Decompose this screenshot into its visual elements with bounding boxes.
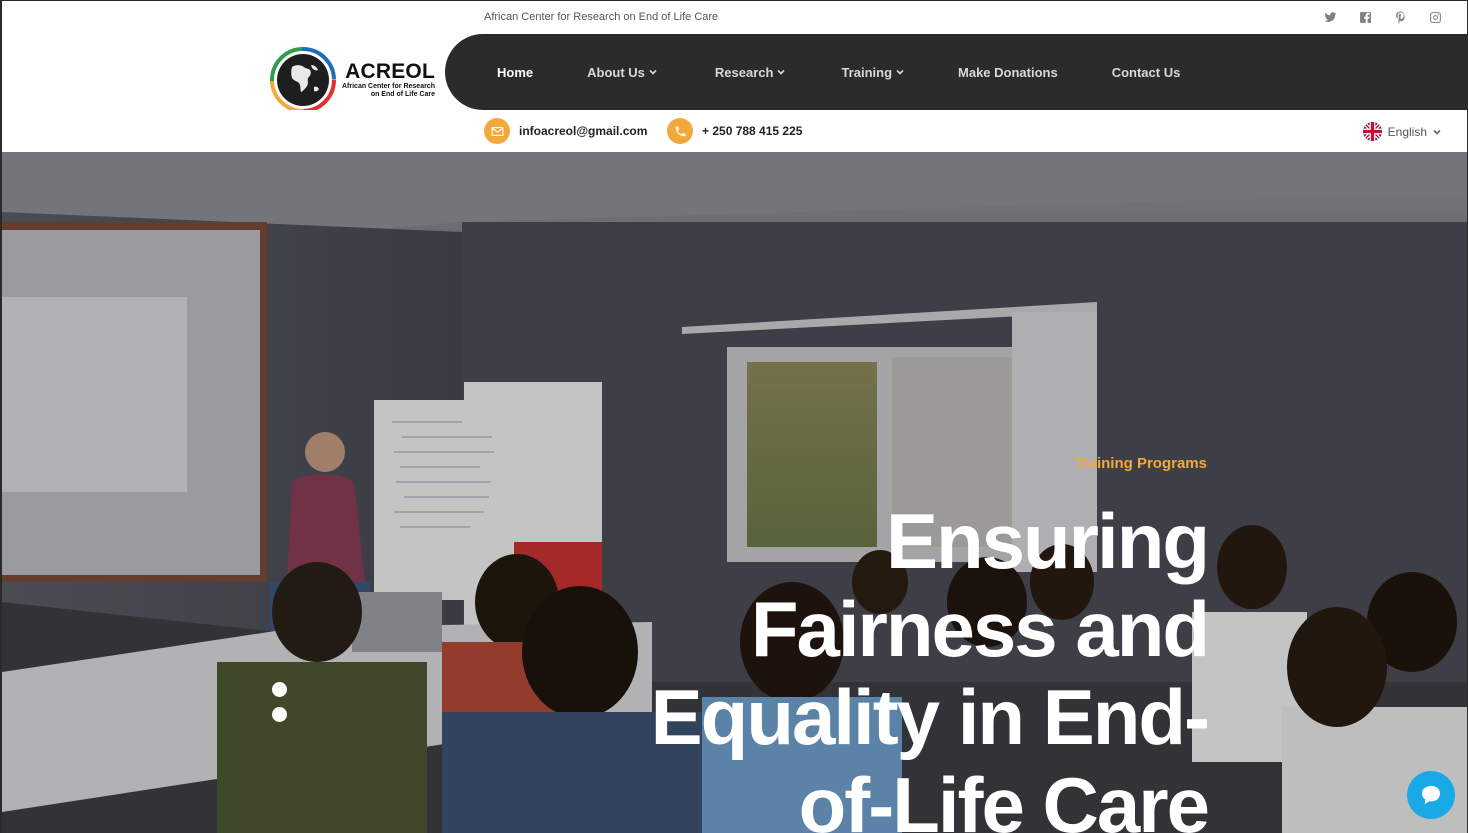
phone-text: + 250 788 415 225 <box>702 124 803 138</box>
hero-kicker: Training Programs <box>1074 455 1207 472</box>
slider-pagination <box>272 682 287 722</box>
uk-flag-icon <box>1362 122 1382 141</box>
language-selector[interactable]: English <box>1362 122 1441 141</box>
pinterest-icon[interactable] <box>1393 10 1408 25</box>
logo-subtitle-line1: African Center for Research <box>342 83 435 90</box>
nav-item-training[interactable]: Training <box>841 65 904 80</box>
facebook-icon[interactable] <box>1358 10 1373 25</box>
chat-widget-button[interactable] <box>1407 771 1455 819</box>
chevron-down-icon <box>896 68 904 76</box>
slider-dot[interactable] <box>272 682 287 697</box>
language-label: English <box>1387 124 1427 139</box>
chat-icon <box>1422 786 1440 804</box>
nav-item-label: Contact Us <box>1111 64 1181 80</box>
twitter-icon[interactable] <box>1323 10 1338 25</box>
slider-dot[interactable] <box>272 707 287 722</box>
nav-item-label: Research <box>714 64 774 80</box>
nav-item-contact-us[interactable]: Contact Us <box>1112 65 1181 80</box>
hero-title: Ensuring Fairness and Equality in End-of… <box>650 497 1210 833</box>
nav-item-make-donations[interactable]: Make Donations <box>958 65 1058 80</box>
logo-subtitle-line2: on End of Life Care <box>370 91 435 98</box>
nav-item-label: Home <box>497 64 534 80</box>
hero-slider: Training Programs Ensuring Fairness and … <box>2 152 1467 833</box>
instagram-icon[interactable] <box>1428 10 1443 25</box>
nav-item-label: Make Donations <box>958 64 1058 80</box>
email-contact[interactable]: infoacreol@gmail.com <box>484 118 647 144</box>
nav-item-label: About Us <box>587 64 645 80</box>
chevron-down-icon <box>1433 128 1441 136</box>
nav-item-label: Training <box>841 64 893 80</box>
chevron-down-icon <box>777 68 786 76</box>
social-links <box>1323 10 1443 25</box>
globe-logo-icon <box>270 47 336 113</box>
site-logo[interactable]: ACREOL African Center for Research on En… <box>270 45 445 115</box>
chevron-down-icon <box>649 68 657 76</box>
logo-title: ACREOL <box>345 60 435 83</box>
nav-item-about-us[interactable]: About Us <box>587 65 657 80</box>
logo-text: ACREOL African Center for Research on En… <box>342 61 435 99</box>
envelope-icon <box>484 118 510 144</box>
nav-item-research[interactable]: Research <box>715 65 786 80</box>
nav-item-home[interactable]: Home <box>497 65 533 80</box>
contact-row: infoacreol@gmail.com + 250 788 415 225 E… <box>2 110 1467 152</box>
phone-icon <box>667 118 693 144</box>
page: African Center for Research on End of Li… <box>0 0 1468 833</box>
phone-contact[interactable]: + 250 788 415 225 <box>667 118 802 144</box>
site-tagline: African Center for Research on End of Li… <box>484 11 719 23</box>
main-navigation: Home About Us Research Training Make Don… <box>445 34 1467 110</box>
email-text: infoacreol@gmail.com <box>519 124 648 138</box>
top-bar: African Center for Research on End of Li… <box>2 1 1467 34</box>
nav-items: Home About Us Research Training Make Don… <box>497 34 1180 110</box>
